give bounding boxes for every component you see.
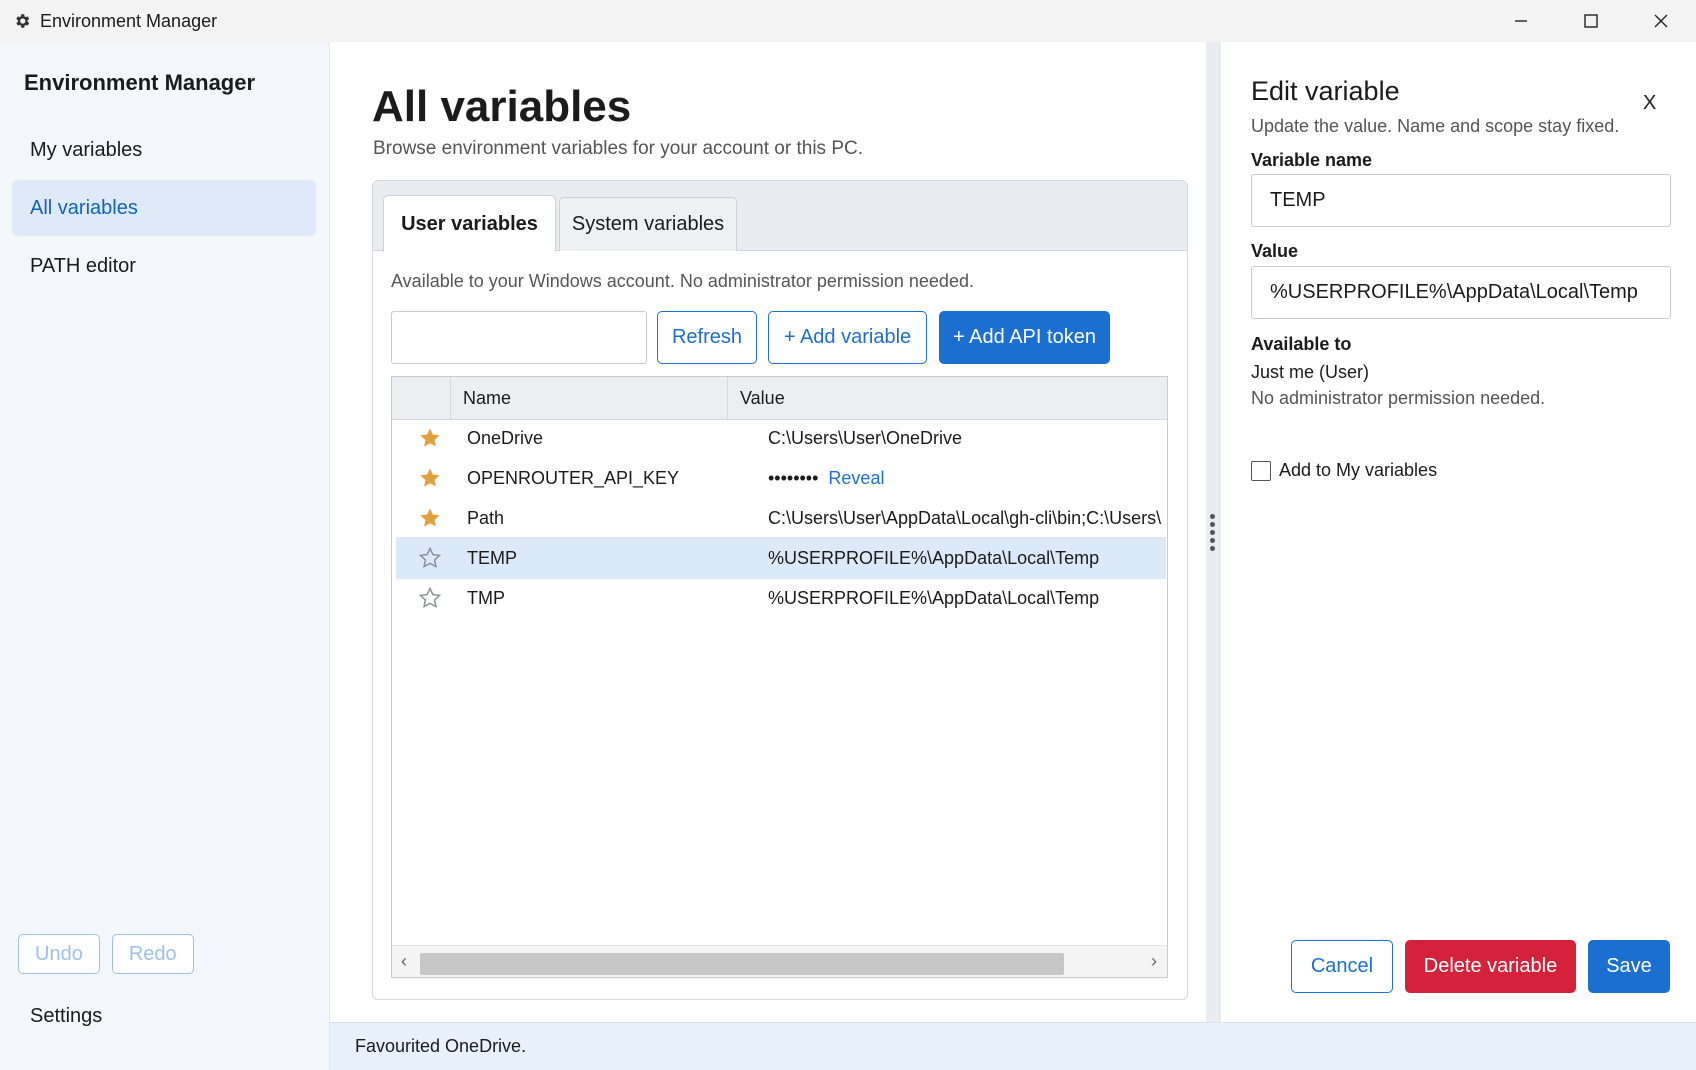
variable-value: C:\Users\User\AppData\Local\gh-cli\bin;C… bbox=[768, 507, 1162, 528]
close-icon bbox=[1654, 14, 1668, 28]
cancel-button[interactable]: Cancel bbox=[1291, 940, 1393, 993]
value-column-header[interactable]: Value bbox=[727, 377, 1163, 420]
page-subtitle: Browse environment variables for your ac… bbox=[373, 138, 863, 159]
variable-name: OPENROUTER_API_KEY bbox=[467, 467, 680, 488]
reveal-link[interactable]: Reveal bbox=[828, 468, 884, 488]
panel-splitter[interactable] bbox=[1206, 42, 1220, 1022]
sidebar-item-all-variables[interactable]: All variables bbox=[12, 180, 316, 236]
star-outline-icon[interactable] bbox=[418, 586, 442, 610]
sidebar-item-settings[interactable]: Settings bbox=[30, 1005, 102, 1028]
permission-note: No administrator permission needed. bbox=[1251, 388, 1546, 408]
checkbox-label: Add to My variables bbox=[1279, 460, 1438, 480]
favourite-column-header[interactable] bbox=[392, 377, 450, 420]
tab-strip: User variables System variables bbox=[373, 181, 1187, 252]
sidebar: Environment Manager My variables All var… bbox=[0, 42, 330, 1070]
delete-variable-button[interactable]: Delete variable bbox=[1405, 940, 1576, 993]
status-bar: Favourited OneDrive. bbox=[330, 1022, 1696, 1070]
status-message: Favourited OneDrive. bbox=[355, 1036, 527, 1056]
sidebar-item-my-variables[interactable]: My variables bbox=[12, 122, 316, 178]
refresh-button[interactable]: Refresh bbox=[657, 311, 757, 364]
table-row[interactable]: OneDrive C:\Users\User\OneDrive bbox=[396, 417, 1166, 459]
page-title: All variables bbox=[372, 82, 632, 131]
sidebar-title: Environment Manager bbox=[24, 70, 256, 95]
table-row[interactable]: TMP %USERPROFILE%\AppData\Local\Temp bbox=[396, 577, 1166, 619]
panel-subtitle: Update the value. Name and scope stay fi… bbox=[1251, 116, 1620, 136]
close-window-button[interactable] bbox=[1626, 0, 1696, 42]
add-api-token-button[interactable]: + Add API token bbox=[939, 311, 1110, 364]
star-filled-icon[interactable] bbox=[418, 506, 442, 530]
close-panel-button[interactable]: X bbox=[1643, 92, 1656, 115]
name-column-header[interactable]: Name bbox=[450, 377, 727, 420]
variable-name: OneDrive bbox=[467, 427, 544, 448]
edit-variable-panel: Edit variable X Update the value. Name a… bbox=[1221, 42, 1696, 1022]
maximize-icon bbox=[1584, 14, 1598, 28]
horizontal-scrollbar[interactable]: ‹ › bbox=[392, 945, 1167, 977]
scrollbar-thumb[interactable] bbox=[420, 953, 1064, 975]
search-input[interactable] bbox=[391, 311, 647, 364]
table-row[interactable]: OPENROUTER_API_KEY •••••••• Reveal bbox=[396, 457, 1166, 499]
maximize-button[interactable] bbox=[1556, 0, 1626, 42]
table-header: Name Value bbox=[392, 377, 1167, 420]
variable-value: %USERPROFILE%\AppData\Local\Temp bbox=[768, 547, 1100, 568]
variable-name: TMP bbox=[467, 587, 505, 608]
table-row[interactable]: Path C:\Users\User\AppData\Local\gh-cli\… bbox=[396, 497, 1166, 539]
table-row-selected[interactable]: TEMP %USERPROFILE%\AppData\Local\Temp bbox=[396, 537, 1166, 579]
checkbox-box[interactable] bbox=[1251, 460, 1271, 481]
masked-value: •••••••• bbox=[768, 467, 819, 488]
scope-description: Available to your Windows account. No ad… bbox=[391, 271, 974, 291]
add-to-my-variables-checkbox[interactable]: Add to My variables bbox=[1251, 460, 1437, 481]
star-filled-icon[interactable] bbox=[418, 466, 442, 490]
minimize-icon bbox=[1515, 20, 1527, 22]
window-title: Environment Manager bbox=[40, 10, 218, 31]
value-field[interactable]: %USERPROFILE%\AppData\Local\Temp bbox=[1251, 266, 1671, 319]
available-to-value: Just me (User) bbox=[1251, 362, 1370, 382]
sidebar-item-path-editor[interactable]: PATH editor bbox=[12, 238, 316, 294]
minimize-button[interactable] bbox=[1486, 0, 1556, 42]
variable-name-field[interactable]: TEMP bbox=[1251, 174, 1671, 227]
gear-icon bbox=[12, 11, 32, 31]
tab-system-variables[interactable]: System variables bbox=[559, 197, 737, 251]
scroll-left-icon[interactable]: ‹ bbox=[401, 951, 407, 972]
main-content: All variables Browse environment variabl… bbox=[330, 42, 1206, 1022]
variable-value: C:\Users\User\OneDrive bbox=[768, 427, 963, 448]
variable-value-masked: •••••••• Reveal bbox=[768, 468, 1164, 489]
variable-name: TEMP bbox=[467, 547, 518, 568]
variables-tab-card: User variables System variables Availabl… bbox=[372, 180, 1188, 1000]
value-label: Value bbox=[1251, 241, 1299, 261]
scroll-right-icon[interactable]: › bbox=[1151, 951, 1157, 972]
redo-button[interactable]: Redo bbox=[111, 934, 194, 974]
drag-handle-icon[interactable] bbox=[1210, 514, 1215, 551]
star-filled-icon[interactable] bbox=[418, 426, 442, 450]
title-bar: Environment Manager bbox=[0, 0, 1696, 42]
save-button[interactable]: Save bbox=[1588, 940, 1670, 993]
undo-button[interactable]: Undo bbox=[18, 934, 100, 974]
panel-title: Edit variable bbox=[1251, 76, 1400, 106]
star-outline-icon[interactable] bbox=[418, 546, 442, 570]
tab-user-variables[interactable]: User variables bbox=[383, 195, 556, 252]
variables-table: Name Value OneDrive C:\Users\User\OneDri… bbox=[391, 376, 1168, 978]
variable-value: %USERPROFILE%\AppData\Local\Temp bbox=[768, 587, 1100, 608]
add-variable-button[interactable]: + Add variable bbox=[768, 311, 927, 364]
variable-name-label: Variable name bbox=[1251, 150, 1373, 170]
variable-name: Path bbox=[467, 507, 505, 528]
available-to-label: Available to bbox=[1251, 334, 1352, 354]
